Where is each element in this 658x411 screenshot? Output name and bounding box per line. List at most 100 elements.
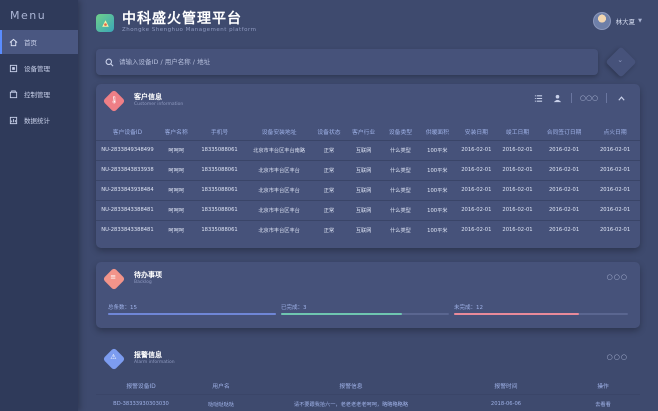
table-row[interactable]: NU-2833843938484 呵呵呵 18335088061 北京市丰台区丰台 正常… [96, 179, 640, 200]
chevron-down-icon: ▼ [638, 18, 642, 24]
table-cell: 互联网 [345, 219, 383, 240]
column-header: 设备状态 [317, 130, 341, 137]
chevron-down-icon: ⌄ [617, 55, 624, 64]
column-header: 客户名称 [164, 130, 188, 137]
progress-done-label: 已完成：3 [281, 305, 307, 311]
table-cell: 18335088061 [193, 139, 246, 160]
user-menu[interactable]: 林大夏 ▼ [592, 12, 642, 30]
column-header: 报警时间 [494, 384, 518, 391]
more-icon[interactable]: ○○○ [607, 353, 628, 361]
sidebar: Menu 首页 设备管理 控制管理 数据统计 [0, 0, 78, 411]
chart-icon [9, 116, 18, 125]
table-cell: NU-2833849348499 [96, 139, 159, 160]
table-cell: 北京市丰台区丰台 [245, 159, 313, 180]
table-row[interactable]: NU-2833843388481 呵呵呵 18335088061 北京市丰台区丰台 正常… [96, 219, 640, 240]
table-header: 报警设备ID 用户名 报警信息 报警时间 操作 [96, 378, 640, 394]
column-header: 客户设备ID [112, 130, 143, 137]
device-icon [9, 64, 18, 73]
table-cell: 2016-02-01 [455, 139, 497, 160]
customer-panel: 🌡 客户信息 Customer information ○○○ 客户设备ID 客户… [96, 84, 640, 248]
progress-done: 已完成：3 [281, 303, 449, 317]
progress-todo: 未完成：12 [454, 303, 628, 317]
column-header: 用户名 [212, 384, 230, 391]
column-header: 手机号 [210, 130, 229, 137]
table-row[interactable]: NU-2833843833938 呵呵呵 18335088061 北京市丰台区丰台 正常… [96, 159, 640, 180]
users-icon[interactable] [552, 93, 562, 103]
table-cell: 互联网 [345, 159, 383, 180]
table-cell: 北京市丰台区丰台 [245, 179, 313, 200]
control-icon [9, 89, 18, 99]
table-cell: NU-2833843938484 [96, 179, 159, 200]
sidebar-item-control[interactable]: 控制管理 [0, 82, 78, 106]
sidebar-item-stats[interactable]: 数据统计 [0, 108, 78, 132]
table-cell: 什么类型 [382, 199, 419, 220]
home-icon [9, 38, 18, 47]
table-cell: 18335088061 [193, 219, 246, 240]
table-cell: 2016-02-01 [455, 159, 497, 180]
table-cell: 互联网 [345, 139, 383, 160]
sidebar-item-label: 数据统计 [24, 117, 50, 125]
column-header: 设备类型 [388, 130, 413, 137]
table-cell: 呵呵呵 [158, 199, 194, 220]
table-cell: 请不要跟我拾六一，老老老老老呵呵，略略略略略 [256, 393, 446, 411]
table-cell: 2016-02-01 [538, 139, 591, 160]
customer-table: 客户设备ID 客户名称 手机号 设备安装地址 设备状态 客户行业 设备类型 供暖面积 安装日期 竣… [96, 124, 640, 240]
table-cell: 2016-02-01 [538, 179, 591, 200]
more-icon[interactable]: ○○○ [607, 273, 628, 281]
thermometer-icon: 🌡 [102, 89, 126, 113]
app-logo-icon [96, 14, 114, 32]
column-header: 报警信息 [339, 384, 363, 391]
table-cell: 2016-02-01 [590, 139, 640, 160]
search-input[interactable] [119, 58, 579, 66]
table-cell: 100平米 [418, 179, 456, 200]
alarm-subtitle: Alarm information [134, 360, 175, 365]
more-icon[interactable]: ○○○ [580, 93, 598, 103]
table-row[interactable]: NU-2833849348499 呵呵呵 18335088061 北京市丰台区丰台南路… [96, 139, 640, 160]
table-cell: 呵呵呵 [158, 219, 194, 240]
list-view-icon[interactable] [533, 93, 543, 103]
page-title: 中科盛火管理平台 [122, 11, 242, 28]
progress-fill [454, 313, 580, 315]
table-cell: 什么类型 [382, 139, 419, 160]
table-cell: 正常 [312, 139, 346, 160]
table-cell: 2018-06-06 [446, 393, 566, 411]
table-cell: 呵呵呵 [158, 139, 194, 160]
avatar[interactable] [592, 12, 611, 30]
column-header: 报警设备ID [126, 384, 156, 391]
sidebar-item-home[interactable]: 首页 [0, 30, 78, 54]
table-cell: 正常 [312, 159, 346, 180]
table-cell: 什么类型 [382, 219, 419, 240]
progress-todo-label: 未完成：12 [454, 305, 483, 311]
table-cell: NU-2833843388481 [96, 199, 159, 220]
table-cell: 2016-02-01 [496, 159, 539, 180]
table-cell: 正常 [312, 219, 346, 240]
table-cell: 2016-02-01 [590, 159, 640, 180]
table-cell: BD-38333930303030 [96, 393, 186, 411]
sidebar-item-device[interactable]: 设备管理 [0, 56, 78, 80]
table-cell: 18335088061 [193, 159, 246, 180]
chevron-up-icon[interactable] [616, 93, 626, 103]
table-header: 客户设备ID 客户名称 手机号 设备安装地址 设备状态 客户行业 设备类型 供暖面积 安装日期 竣… [96, 124, 640, 140]
table-cell: 2016-02-01 [538, 219, 591, 240]
progress-fill [281, 313, 402, 315]
view-link[interactable]: 去看看 [566, 393, 640, 411]
clipboard-icon: ≡ [102, 267, 126, 291]
table-cell: 100平米 [418, 159, 456, 180]
expand-button[interactable]: ⌄ [605, 46, 637, 78]
divider [606, 93, 607, 103]
alarm-icon: ⚠ [102, 347, 126, 371]
menu-title: Menu [10, 9, 47, 22]
table-cell: 什么类型 [382, 179, 419, 200]
table-cell: 哒哒哒哒哒 [186, 393, 256, 411]
table-cell: 北京市丰台区丰台 [245, 219, 313, 240]
table-row[interactable]: NU-2833843388481 呵呵呵 18335088061 北京市丰台区丰台 正常… [96, 199, 640, 220]
table-row[interactable]: BD-38333930303030 哒哒哒哒哒 请不要跟我拾六一，老老老老老呵呵，略… [96, 393, 640, 411]
page-subtitle: Zhongke Shenghuo Management platform [122, 27, 257, 34]
table-cell: 18335088061 [193, 179, 246, 200]
table-cell: 什么类型 [382, 159, 419, 180]
table-cell: 2016-02-01 [455, 179, 497, 200]
progress-total-label: 总条数：15 [108, 305, 137, 311]
table-cell: 100平米 [418, 199, 456, 220]
sidebar-item-label: 设备管理 [24, 65, 50, 73]
app-header: 中科盛火管理平台 Zhongke Shenghuo Management pla… [96, 10, 257, 36]
